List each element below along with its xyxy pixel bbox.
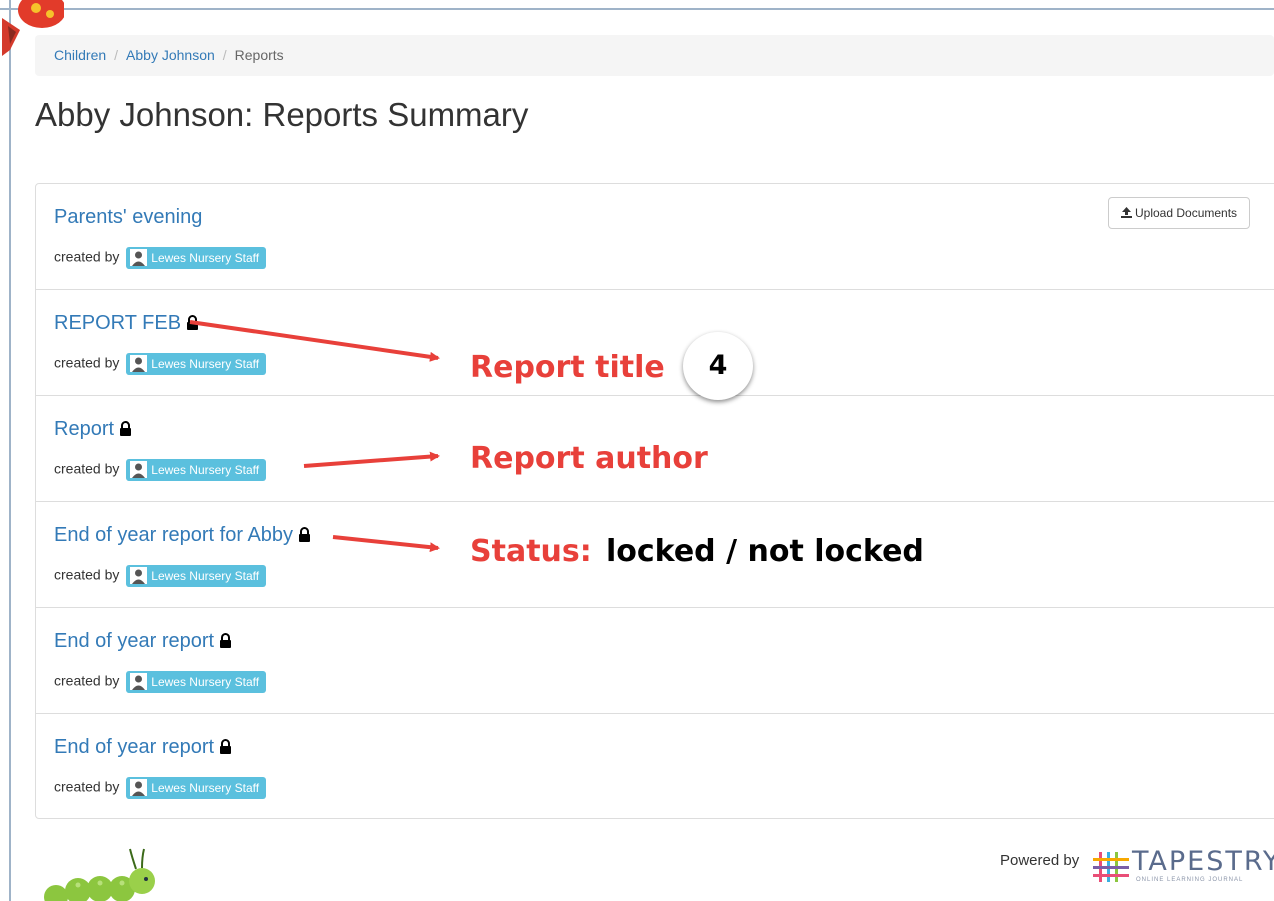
created-by-label: created by — [54, 460, 120, 477]
lock-icon — [220, 739, 232, 754]
tapestry-tagline: ONLINE LEARNING JOURNAL — [1136, 877, 1244, 883]
caterpillar-mascot-icon — [44, 848, 155, 901]
report-created-by: created by Lewes Nursery Staff — [54, 353, 267, 375]
report-author-badge: Lewes Nursery Staff — [126, 565, 267, 587]
lock-icon — [220, 633, 232, 648]
report-created-by: created by Lewes Nursery Staff — [54, 247, 267, 269]
report-title-link[interactable]: Parents' evening — [54, 206, 202, 229]
report-title-text: End of year report — [54, 736, 215, 758]
report-created-by: created by Lewes Nursery Staff — [54, 459, 267, 481]
report-author-badge: Lewes Nursery Staff — [126, 353, 267, 375]
lock-icon — [299, 527, 311, 542]
lock-icon — [120, 421, 132, 436]
report-author-badge: Lewes Nursery Staff — [126, 247, 267, 269]
report-created-by: created by Lewes Nursery Staff — [54, 671, 267, 693]
created-by-label: created by — [54, 778, 120, 795]
report-author-name: Lewes Nursery Staff — [151, 251, 260, 265]
report-author-badge: Lewes Nursery Staff — [126, 459, 267, 481]
report-title-text: Parents' evening — [54, 206, 203, 228]
report-author-name: Lewes Nursery Staff — [151, 781, 260, 795]
annotation-report-author: Report author — [470, 441, 708, 476]
reports-list-panel: Upload Documents Parents' evening create… — [35, 183, 1274, 819]
report-title-link[interactable]: Report — [54, 418, 132, 441]
report-author-name: Lewes Nursery Staff — [151, 463, 260, 477]
tapestry-brand: TAPESTRY — [1132, 846, 1274, 877]
report-created-by: created by Lewes Nursery Staff — [54, 565, 267, 587]
annotation-report-title: Report title — [470, 350, 665, 385]
user-avatar-icon — [130, 567, 148, 584]
page-title: Abby Johnson: Reports Summary — [35, 96, 529, 133]
created-by-label: created by — [54, 354, 120, 371]
report-created-by: created by Lewes Nursery Staff — [54, 777, 267, 799]
report-author-name: Lewes Nursery Staff — [151, 569, 260, 583]
annotation-status-label: Status: — [470, 534, 592, 569]
user-avatar-icon — [130, 461, 148, 478]
breadcrumb: Children / Abby Johnson / Reports — [35, 35, 1274, 76]
tapestry-logo-icon — [1093, 852, 1129, 882]
breadcrumb-separator: / — [114, 47, 119, 63]
left-border — [9, 0, 11, 901]
breadcrumb-child-name[interactable]: Abby Johnson — [126, 47, 215, 63]
report-author-badge: Lewes Nursery Staff — [126, 671, 267, 693]
report-author-name: Lewes Nursery Staff — [151, 357, 260, 371]
report-item: Parents' evening created by Lewes Nurser… — [36, 184, 1274, 290]
report-title-text: REPORT FEB — [54, 312, 182, 334]
annotation-status-value: locked / not locked — [606, 534, 924, 569]
report-title-text: End of year report — [54, 630, 215, 652]
breadcrumb-current: Reports — [234, 47, 284, 63]
report-title-link[interactable]: End of year report — [54, 736, 232, 759]
report-title-text: Report — [54, 418, 115, 440]
report-title-link[interactable]: End of year report — [54, 630, 232, 653]
report-item: End of year report created by Lewes Nurs… — [36, 714, 1274, 820]
user-avatar-icon — [130, 779, 148, 796]
annotation-step-number: 4 — [683, 332, 753, 400]
report-title-link[interactable]: End of year report for Abby — [54, 524, 311, 547]
breadcrumb-children[interactable]: Children — [54, 47, 106, 63]
report-title-text: End of year report for Abby — [54, 524, 294, 546]
created-by-label: created by — [54, 566, 120, 583]
report-author-name: Lewes Nursery Staff — [151, 675, 260, 689]
created-by-label: created by — [54, 248, 120, 265]
lock-icon — [187, 315, 199, 330]
created-by-label: created by — [54, 672, 120, 689]
powered-by-text: Powered by — [1000, 852, 1080, 869]
user-avatar-icon — [130, 355, 148, 372]
user-avatar-icon — [130, 249, 148, 266]
breadcrumb-separator: / — [222, 47, 227, 63]
top-border — [0, 8, 1274, 10]
report-item: End of year report created by Lewes Nurs… — [36, 608, 1274, 714]
report-title-link[interactable]: REPORT FEB — [54, 312, 199, 335]
report-author-badge: Lewes Nursery Staff — [126, 777, 267, 799]
user-avatar-icon — [130, 673, 148, 690]
